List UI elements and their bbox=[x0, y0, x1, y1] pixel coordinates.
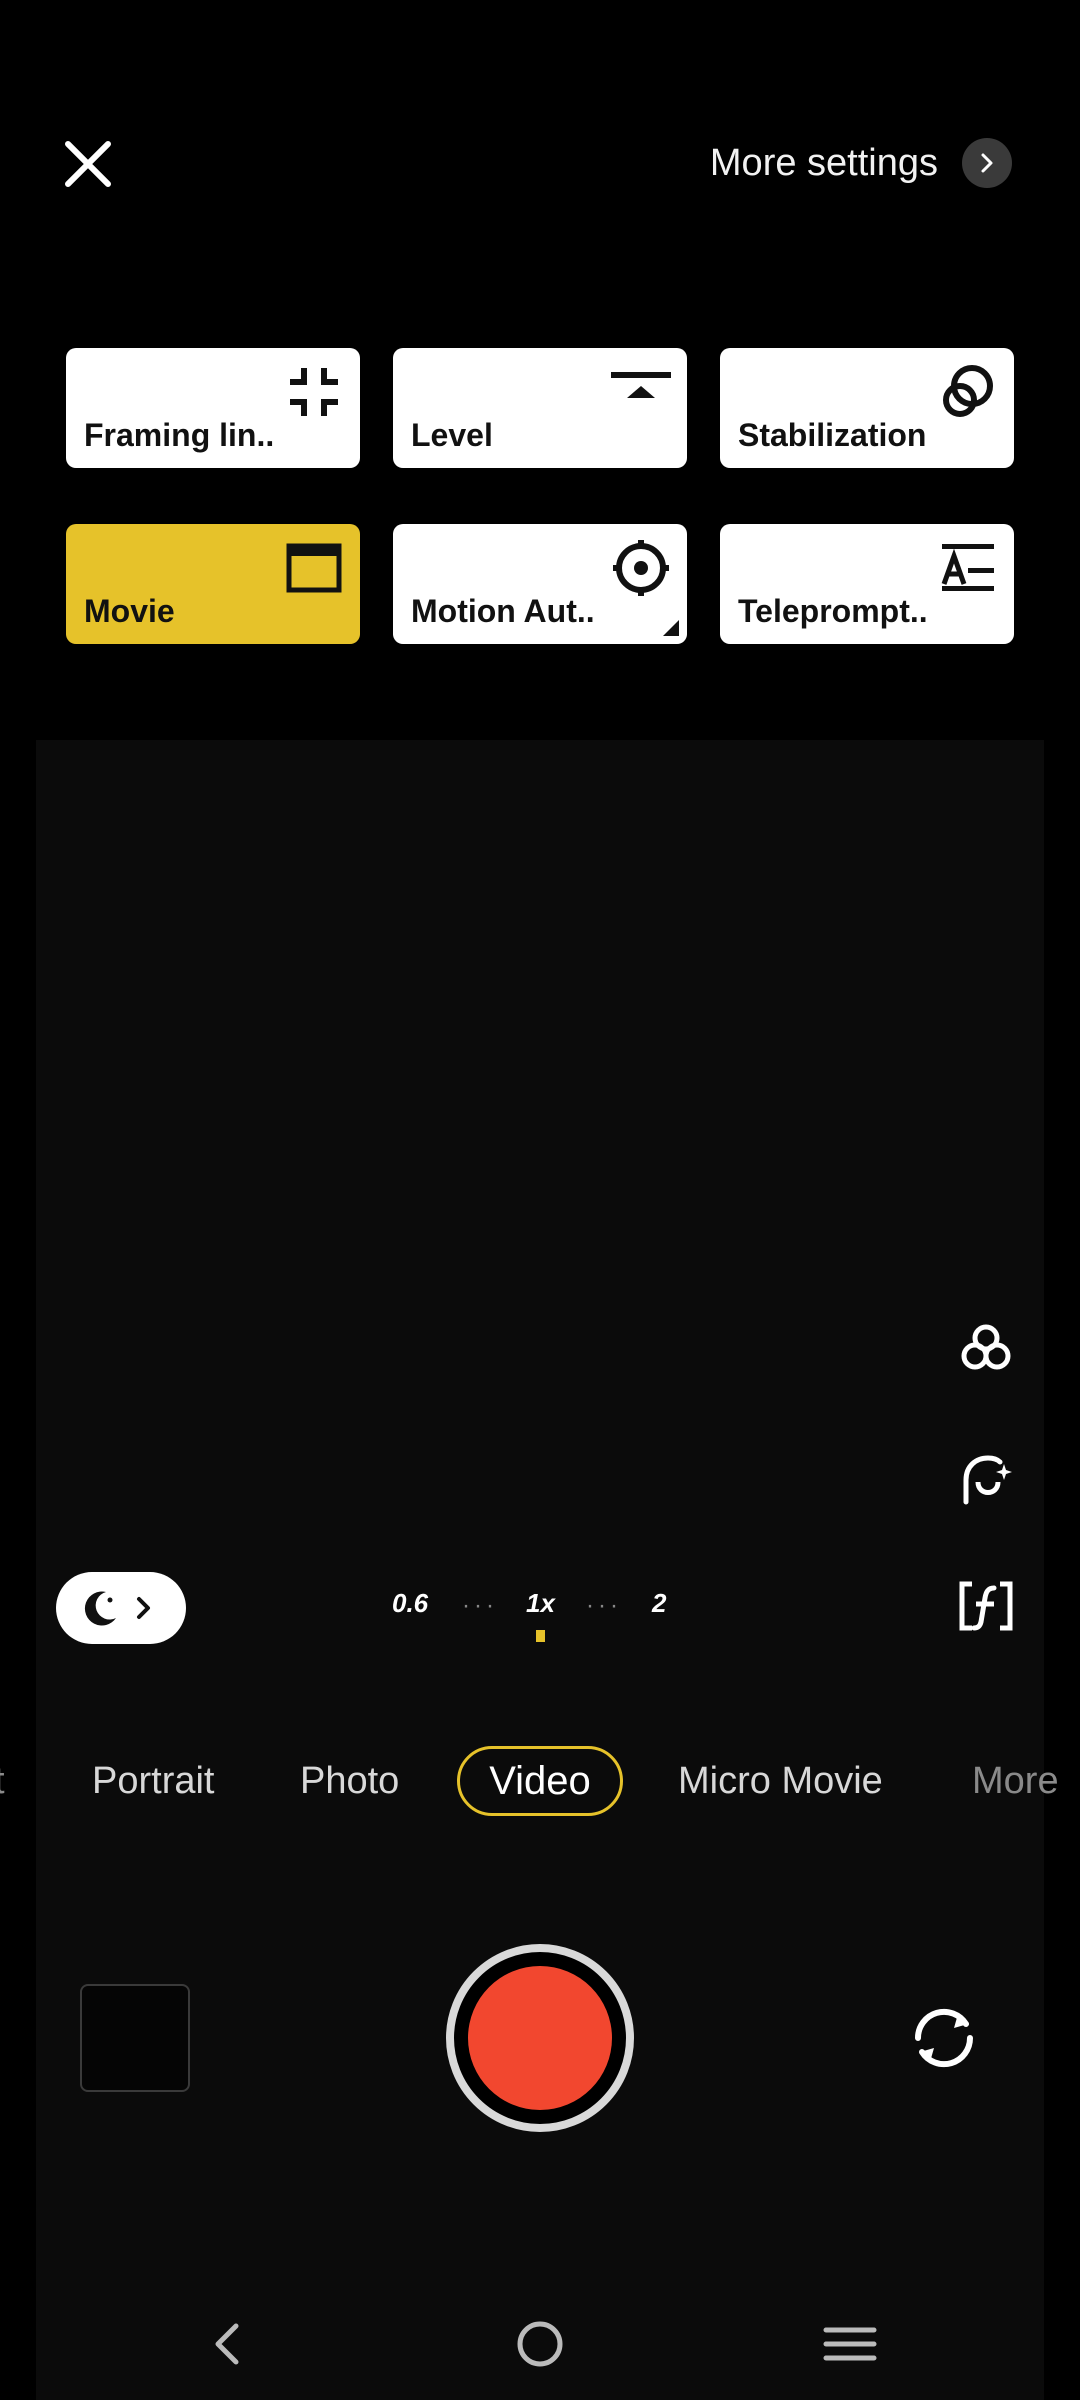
mode-portrait[interactable]: Portrait bbox=[92, 1760, 214, 1803]
chevron-right-icon bbox=[137, 1597, 150, 1619]
filters-icon bbox=[961, 1324, 1011, 1370]
filters-button[interactable] bbox=[958, 1320, 1014, 1376]
tile-label: Level bbox=[411, 417, 493, 453]
expand-corner-icon bbox=[663, 620, 679, 636]
tile-stabilization[interactable]: Stabilization bbox=[720, 348, 1014, 468]
viewfinder[interactable] bbox=[36, 740, 1044, 2400]
mode-video[interactable]: Video bbox=[457, 1746, 623, 1816]
mode-partial-left: t bbox=[0, 1760, 5, 1803]
mode-micro-movie[interactable]: Micro Movie bbox=[678, 1760, 883, 1803]
tile-label: Motion Aut.. bbox=[411, 593, 595, 629]
mode-more[interactable]: More bbox=[972, 1760, 1059, 1803]
record-button[interactable] bbox=[446, 1944, 634, 2132]
tile-label: Teleprompt.. bbox=[738, 593, 928, 629]
beauty-button[interactable] bbox=[958, 1452, 1014, 1508]
more-settings-label: More settings bbox=[709, 141, 938, 184]
level-icon bbox=[611, 372, 671, 398]
home-icon bbox=[517, 2321, 563, 2367]
zoom-dots: ··· bbox=[462, 1592, 498, 1619]
close-icon bbox=[65, 141, 111, 187]
nav-back-button[interactable] bbox=[196, 2312, 260, 2376]
motion-target-icon bbox=[613, 540, 669, 596]
gallery-thumbnail[interactable] bbox=[80, 1984, 190, 2092]
tile-label: Movie bbox=[84, 593, 175, 629]
zoom-option-2[interactable]: 2 bbox=[652, 1588, 666, 1619]
tile-movie[interactable]: Movie bbox=[66, 524, 360, 644]
nav-menu-button[interactable] bbox=[818, 2312, 882, 2376]
switch-camera-button[interactable] bbox=[906, 2000, 982, 2076]
tile-motion-auto[interactable]: Motion Aut.. bbox=[393, 524, 687, 644]
switch-camera-icon bbox=[914, 2008, 974, 2068]
more-settings-button[interactable]: More settings bbox=[710, 138, 1012, 188]
zoom-option-0-6[interactable]: 0.6 bbox=[392, 1588, 428, 1619]
menu-icon bbox=[823, 2327, 877, 2361]
zoom-dots: ··· bbox=[586, 1592, 622, 1619]
teleprompter-icon bbox=[941, 544, 994, 591]
mode-photo[interactable]: Photo bbox=[300, 1760, 399, 1803]
focus-peaking-button[interactable] bbox=[958, 1578, 1014, 1634]
framing-lines-icon bbox=[290, 368, 338, 416]
close-button[interactable] bbox=[60, 136, 116, 192]
nav-home-button[interactable] bbox=[508, 2312, 572, 2376]
zoom-indicator bbox=[536, 1630, 545, 1642]
focus-peaking-icon bbox=[959, 1581, 1013, 1631]
tile-label: Framing lin.. bbox=[84, 417, 275, 453]
tile-level[interactable]: Level bbox=[393, 348, 687, 468]
night-moon-icon bbox=[84, 1591, 116, 1626]
stabilization-icon bbox=[943, 365, 993, 417]
tile-teleprompter[interactable]: Teleprompt.. bbox=[720, 524, 1014, 644]
clapperboard-icon bbox=[286, 543, 342, 593]
zoom-option-1x[interactable]: 1x bbox=[526, 1588, 555, 1619]
beauty-icon bbox=[963, 1455, 1012, 1505]
tile-framing-lines[interactable]: Framing lin.. bbox=[66, 348, 360, 468]
tile-label: Stabilization bbox=[738, 417, 927, 453]
chevron-right-icon bbox=[962, 138, 1012, 188]
back-icon bbox=[215, 2323, 239, 2365]
record-button-inner bbox=[468, 1966, 612, 2110]
night-mode-toggle[interactable] bbox=[56, 1572, 186, 1644]
